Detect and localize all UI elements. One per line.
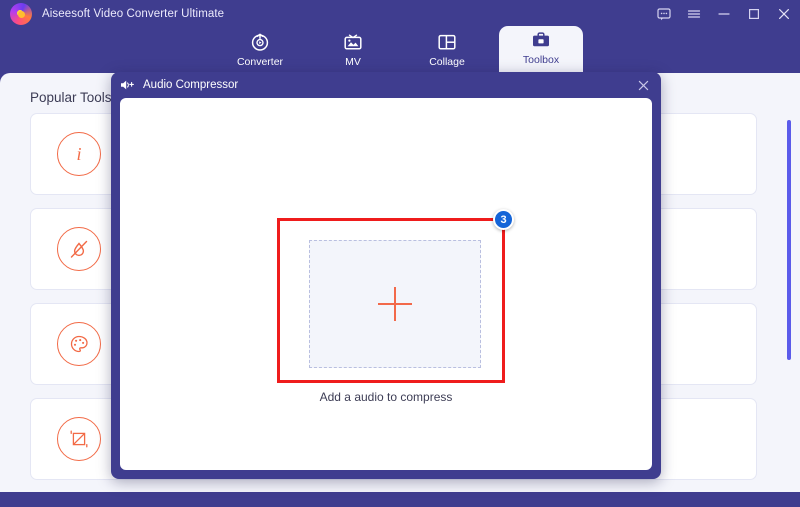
scrollbar-thumb[interactable] [787, 120, 791, 360]
tab-mv[interactable]: MV [311, 28, 395, 73]
menu-icon[interactable] [686, 7, 701, 22]
crop-icon [57, 417, 101, 461]
converter-icon [249, 31, 271, 53]
annotation-step-badge: 3 [493, 209, 514, 230]
app-title: Aiseesoft Video Converter Ultimate [42, 8, 225, 20]
app-window: Aiseesoft Video Converter Ultimate Conve… [0, 0, 800, 507]
title-bar: Aiseesoft Video Converter Ultimate [0, 0, 800, 28]
tab-toolbox[interactable]: Toolbox [499, 26, 583, 73]
annotation-highlight-box: 3 [277, 209, 514, 383]
dialog-title: Audio Compressor [143, 79, 239, 91]
minimize-icon[interactable] [716, 7, 731, 22]
dialog-header: Audio Compressor [111, 72, 661, 98]
info-circle-icon: i [57, 132, 101, 176]
feedback-icon[interactable] [656, 7, 671, 22]
tab-converter-label: Converter [236, 56, 284, 68]
audio-compressor-dialog: Audio Compressor 3 Add a audio to compre… [111, 72, 661, 479]
window-controls [656, 7, 791, 22]
tab-mv-label: MV [345, 56, 361, 68]
page-title: Popular Tools [30, 90, 112, 105]
dialog-body: 3 Add a audio to compress [120, 98, 652, 470]
aiseesoft-logo-icon [10, 3, 32, 25]
watermark-remover-icon [57, 227, 101, 271]
tab-toolbox-label: Toolbox [522, 54, 560, 66]
collage-icon [436, 31, 458, 53]
palette-icon [57, 322, 101, 366]
tab-converter[interactable]: Converter [218, 28, 302, 73]
svg-text:i: i [76, 144, 81, 164]
dropzone-caption: Add a audio to compress [319, 390, 453, 404]
plus-icon[interactable] [378, 287, 412, 321]
speaker-plus-icon [120, 78, 135, 92]
bottom-bar [0, 492, 800, 507]
close-icon[interactable] [635, 77, 651, 93]
maximize-icon[interactable] [746, 7, 761, 22]
tab-collage[interactable]: Collage [405, 28, 489, 73]
scrollbar[interactable] [787, 120, 791, 492]
main-nav: Converter MV Collage Toolbox [0, 26, 800, 73]
file-dropzone[interactable] [309, 240, 481, 368]
mv-icon [342, 31, 364, 53]
close-icon[interactable] [776, 7, 791, 22]
toolbox-icon [530, 29, 552, 51]
tab-collage-label: Collage [429, 56, 465, 68]
